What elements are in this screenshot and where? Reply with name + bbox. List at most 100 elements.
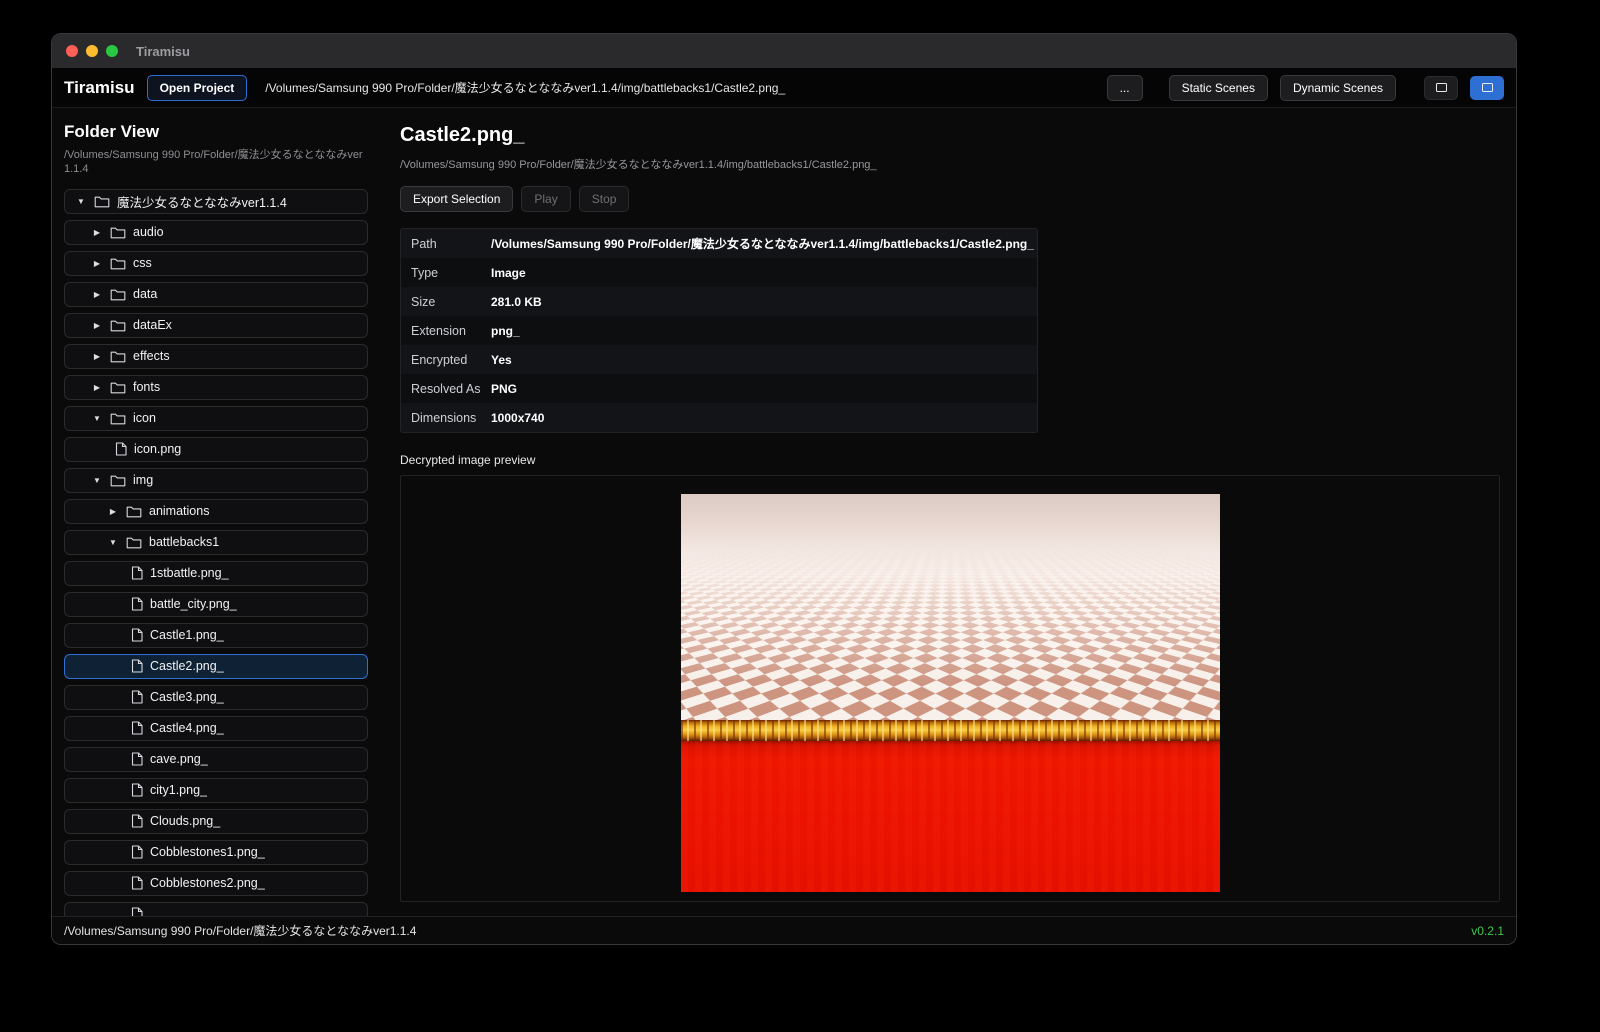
- tree-item-label: Cobblestones1.png_: [150, 845, 265, 859]
- chevron-right-icon[interactable]: ▶: [91, 383, 103, 392]
- chevron-right-icon[interactable]: ▶: [107, 507, 119, 516]
- main-layout: Folder View /Volumes/Samsung 990 Pro/Fol…: [52, 108, 1516, 916]
- chevron-down-icon[interactable]: ▼: [91, 414, 103, 423]
- tree-item-label: Castle3.png_: [150, 690, 224, 704]
- tree-item-label: Cobblestones2.png_: [150, 876, 265, 890]
- file-icon: [131, 876, 143, 890]
- grid-view-button[interactable]: [1470, 76, 1504, 100]
- tree-item-label: 1stbattle.png_: [150, 566, 229, 580]
- file-icon: [131, 907, 143, 916]
- tree-item-label: icon: [133, 411, 156, 425]
- tree-item[interactable]: ▶effects: [64, 344, 368, 369]
- tree-item[interactable]: Clouds.png_: [64, 809, 368, 834]
- property-label: Encrypted: [401, 353, 481, 367]
- chevron-right-icon[interactable]: ▶: [91, 352, 103, 361]
- folder-icon: [110, 474, 126, 487]
- tree-item-label: data: [133, 287, 157, 301]
- tree-item[interactable]: Castle3.png_: [64, 685, 368, 710]
- tree-item-label: dataEx: [133, 318, 172, 332]
- tree-item[interactable]: ▶fonts: [64, 375, 368, 400]
- chevron-down-icon[interactable]: ▼: [75, 197, 87, 206]
- folder-icon: [110, 350, 126, 363]
- open-project-button[interactable]: Open Project: [147, 75, 248, 101]
- panel-icon: [1482, 83, 1493, 92]
- chevron-down-icon[interactable]: ▼: [107, 538, 119, 547]
- file-icon: [131, 783, 143, 797]
- tree-item[interactable]: Cobblestones2.png_: [64, 871, 368, 896]
- folder-icon: [110, 226, 126, 239]
- property-label: Size: [401, 295, 481, 309]
- static-scenes-button[interactable]: Static Scenes: [1169, 75, 1268, 101]
- play-button[interactable]: Play: [521, 186, 570, 212]
- property-value: PNG: [481, 382, 517, 396]
- property-value: 1000x740: [481, 411, 544, 425]
- sidebar-root-path: /Volumes/Samsung 990 Pro/Folder/魔法少女るなとな…: [64, 148, 368, 177]
- tree-item[interactable]: ▶ css: [64, 251, 368, 276]
- chevron-right-icon[interactable]: ▶: [91, 259, 103, 268]
- folder-icon: [94, 195, 110, 208]
- tree-item-label: Castle1.png_: [150, 628, 224, 642]
- tree-item[interactable]: ▼ icon: [64, 406, 368, 431]
- stop-button[interactable]: Stop: [579, 186, 630, 212]
- chevron-right-icon[interactable]: ▶: [91, 228, 103, 237]
- tree-item-label: css: [133, 256, 152, 270]
- tree-item[interactable]: ▶ dataEx: [64, 313, 368, 338]
- tree-item[interactable]: [64, 902, 368, 916]
- property-row: Path/Volumes/Samsung 990 Pro/Folder/魔法少女…: [401, 229, 1037, 258]
- folder-tree[interactable]: ▼魔法少女るなとななみver1.1.4 ▶ audio ▶ css ▶ data ▶ dataE…: [64, 189, 368, 916]
- sidebar-title: Folder View: [64, 122, 368, 142]
- tree-item[interactable]: ▶ animations: [64, 499, 368, 524]
- action-bar: Export Selection Play Stop: [400, 186, 1500, 212]
- tree-item[interactable]: icon.png: [64, 437, 368, 462]
- property-label: Path: [401, 237, 481, 251]
- folder-icon: [110, 257, 126, 270]
- window-titlebar: Tiramisu: [52, 34, 1516, 68]
- export-selection-button[interactable]: Export Selection: [400, 186, 513, 212]
- folder-icon: [126, 536, 142, 549]
- tree-item-label: Clouds.png_: [150, 814, 220, 828]
- tree-item[interactable]: ▼魔法少女るなとななみver1.1.4: [64, 189, 368, 214]
- property-value: png_: [481, 324, 520, 338]
- folder-icon: [126, 505, 142, 518]
- minimize-button[interactable]: [86, 45, 98, 57]
- tree-item[interactable]: Cobblestones1.png_: [64, 840, 368, 865]
- file-icon: [131, 814, 143, 828]
- tree-item[interactable]: Castle4.png_: [64, 716, 368, 741]
- status-bar: /Volumes/Samsung 990 Pro/Folder/魔法少女るなとな…: [52, 916, 1516, 944]
- chevron-right-icon[interactable]: ▶: [91, 290, 103, 299]
- tree-item-label: city1.png_: [150, 783, 207, 797]
- list-view-button[interactable]: [1424, 76, 1458, 100]
- tree-item[interactable]: ▶ data: [64, 282, 368, 307]
- folder-icon: [110, 381, 126, 394]
- chevron-right-icon[interactable]: ▶: [91, 321, 103, 330]
- checkerboard-floor: [681, 494, 1220, 720]
- dynamic-scenes-button[interactable]: Dynamic Scenes: [1280, 75, 1396, 101]
- tree-item-label: icon.png: [134, 442, 181, 456]
- tree-item[interactable]: ▼ img: [64, 468, 368, 493]
- tree-item-label: img: [133, 473, 153, 487]
- tree-item[interactable]: battle_city.png_: [64, 592, 368, 617]
- file-icon: [115, 442, 127, 456]
- tree-item-label: animations: [149, 504, 209, 518]
- tree-item-label: audio: [133, 225, 164, 239]
- detail-pane: Castle2.png_ /Volumes/Samsung 990 Pro/Fo…: [380, 108, 1516, 916]
- tree-item[interactable]: city1.png_: [64, 778, 368, 803]
- property-row: TypeImage: [401, 258, 1037, 287]
- file-icon: [131, 752, 143, 766]
- current-file-path: /Volumes/Samsung 990 Pro/Folder/魔法少女るなとな…: [265, 79, 1094, 96]
- more-options-button[interactable]: ...: [1107, 75, 1143, 101]
- tree-item[interactable]: 1stbattle.png_: [64, 561, 368, 586]
- tree-item[interactable]: ▼battlebacks1: [64, 530, 368, 555]
- chevron-down-icon[interactable]: ▼: [91, 476, 103, 485]
- properties-table: Path/Volumes/Samsung 990 Pro/Folder/魔法少女…: [400, 228, 1038, 433]
- file-icon: [131, 845, 143, 859]
- file-icon: [131, 721, 143, 735]
- tree-item[interactable]: Castle2.png_: [64, 654, 368, 679]
- tree-item[interactable]: cave.png_: [64, 747, 368, 772]
- decrypted-image-preview: [681, 494, 1220, 892]
- tree-item[interactable]: ▶ audio: [64, 220, 368, 245]
- tree-item[interactable]: Castle1.png_: [64, 623, 368, 648]
- zoom-button[interactable]: [106, 45, 118, 57]
- close-button[interactable]: [66, 45, 78, 57]
- file-icon: [131, 690, 143, 704]
